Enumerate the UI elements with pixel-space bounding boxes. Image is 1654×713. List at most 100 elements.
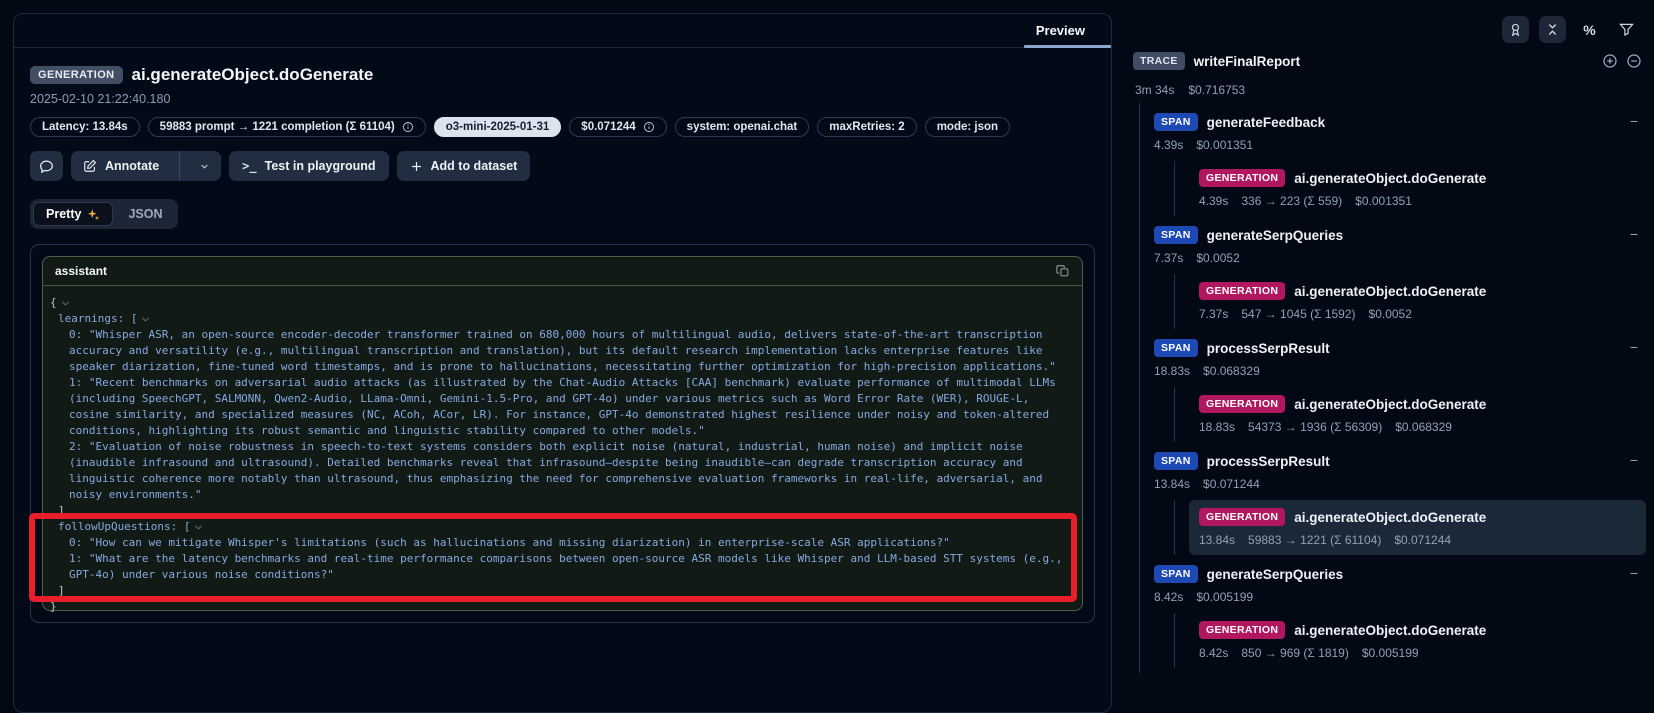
- span-tree-item[interactable]: SPANgenerateFeedback− 4.39s$0.001351 GENER…: [1154, 103, 1654, 216]
- add-to-dataset-button[interactable]: Add to dataset: [397, 151, 531, 181]
- generation-stats: 7.37s547 → 1045 (Σ 1592)$0.0052: [1199, 307, 1636, 321]
- span-cost: $0.0052: [1196, 251, 1239, 265]
- collapse-all-icon[interactable]: [1626, 53, 1642, 69]
- collapse-chevron-icon[interactable]: [195, 523, 202, 530]
- generation-name: ai.generateObject.doGenerate: [1294, 623, 1486, 638]
- span-type-badge: SPAN: [1154, 226, 1198, 244]
- generation-type-badge: GENERATION: [1199, 169, 1285, 187]
- tab-pretty[interactable]: Pretty: [33, 202, 113, 226]
- collapse-chevron-icon[interactable]: [62, 299, 69, 306]
- observation-tree: SPANgenerateFeedback−4.39s$0.001351GENER…: [1139, 103, 1654, 673]
- span-name: generateSerpQueries: [1207, 228, 1344, 243]
- generation-row[interactable]: GENERATIONai.generateObject.doGenerate: [1199, 508, 1636, 526]
- metadata-pill: system: openai.chat: [675, 117, 810, 137]
- generation-tokens: 59883 → 1221 (Σ 61104): [1248, 533, 1381, 547]
- observation-preview-panel: Preview GENERATION ai.generateObject.doG…: [13, 13, 1112, 713]
- span-tree-item[interactable]: SPANprocessSerpResult− 18.83s$0.068329 GEN…: [1154, 329, 1654, 442]
- trace-name: writeFinalReport: [1194, 54, 1301, 69]
- action-button-row: Annotate >_ Test in playground: [30, 151, 1095, 181]
- annotate-dropdown-button[interactable]: [188, 151, 221, 181]
- add-to-dataset-label: Add to dataset: [431, 159, 518, 173]
- span-stats: 18.83s$0.068329: [1154, 364, 1654, 378]
- annotate-label: Annotate: [105, 159, 159, 173]
- span-cost: $0.068329: [1203, 364, 1260, 378]
- copy-icon[interactable]: [1056, 264, 1070, 278]
- scores-toggle-button[interactable]: [1502, 16, 1529, 43]
- span-row[interactable]: SPANprocessSerpResult: [1154, 339, 1654, 357]
- generation-type-badge: GENERATION: [1199, 282, 1285, 300]
- generation-tokens: 336 → 223 (Σ 559): [1241, 194, 1342, 208]
- minus-icon[interactable]: −: [1630, 341, 1638, 353]
- span-stats: 4.39s$0.001351: [1154, 138, 1654, 152]
- span-tree-item[interactable]: SPANprocessSerpResult−13.84s$0.071244GEN…: [1154, 442, 1654, 555]
- generation-stats: 18.83s54373 → 1936 (Σ 56309)$0.068329: [1199, 420, 1636, 434]
- span-row[interactable]: SPANgenerateFeedback: [1154, 113, 1654, 131]
- generation-tree-item[interactable]: GENERATIONai.generateObject.doGenerate 18…: [1189, 387, 1646, 442]
- test-in-playground-label: Test in playground: [265, 159, 376, 173]
- tab-preview[interactable]: Preview: [1014, 14, 1111, 47]
- comment-button[interactable]: [30, 151, 63, 181]
- pill-label: mode: json: [937, 121, 998, 133]
- generation-row[interactable]: GENERATIONai.generateObject.doGenerate: [1199, 395, 1636, 413]
- trace-tree-sidebar: % TRACE writeFinalReport: [1125, 0, 1654, 673]
- trace-root-row[interactable]: TRACE writeFinalReport: [1133, 52, 1642, 70]
- generation-tree-item[interactable]: GENERATION ai.generateObject.doGenerate 7.…: [1189, 274, 1646, 329]
- span-children: GENERATIONai.generateObject.doGenerate 4.…: [1174, 161, 1654, 216]
- model-pill[interactable]: o3-mini-2025-01-31: [434, 117, 562, 137]
- minus-icon[interactable]: −: [1630, 567, 1638, 579]
- metadata-pill[interactable]: 59883 prompt → 1221 completion (Σ 61104): [148, 117, 426, 137]
- filter-icon: [1619, 22, 1634, 37]
- generation-tree-item[interactable]: GENERATIONai.generateObject.doGenerate8.…: [1189, 613, 1646, 668]
- pill-label: $0.071244: [581, 121, 635, 133]
- generation-tree-item[interactable]: GENERATIONai.generateObject.doGenerate 4.…: [1189, 161, 1646, 216]
- span-type-badge: SPAN: [1154, 565, 1198, 583]
- info-icon[interactable]: [402, 121, 414, 133]
- pill-label: 59883 prompt → 1221 completion (Σ 61104): [160, 121, 395, 133]
- code-line: 0: "Whisper ASR, an open-source encoder-…: [50, 327, 1068, 375]
- generation-tree-item-selected[interactable]: GENERATIONai.generateObject.doGenerate13…: [1189, 500, 1646, 555]
- span-duration: 7.37s: [1154, 251, 1183, 265]
- percent-icon: %: [1583, 22, 1595, 38]
- observation-type-badge: GENERATION: [30, 66, 123, 84]
- span-tree-item[interactable]: SPANgenerateSerpQueries−8.42s$0.005199GE…: [1154, 555, 1654, 668]
- annotate-button[interactable]: Annotate: [71, 151, 171, 181]
- edit-icon: [83, 159, 97, 173]
- minus-icon[interactable]: −: [1630, 228, 1638, 240]
- generation-row[interactable]: GENERATIONai.generateObject.doGenerate: [1199, 621, 1636, 639]
- generation-row[interactable]: GENERATIONai.generateObject.doGenerate: [1199, 169, 1636, 187]
- generation-name: ai.generateObject.doGenerate: [1294, 284, 1486, 299]
- generation-name: ai.generateObject.doGenerate: [1294, 397, 1486, 412]
- trace-type-badge: TRACE: [1133, 52, 1185, 70]
- span-tree-item[interactable]: SPAN generateSerpQueries − 7.37s $0.0052 GENE…: [1154, 216, 1654, 329]
- info-icon[interactable]: [643, 121, 655, 133]
- span-tree-item[interactable]: SPANgenerateSerpQueries−: [1154, 668, 1654, 673]
- annotate-split-button: Annotate: [71, 151, 221, 181]
- page-title: ai.generateObject.doGenerate: [132, 65, 374, 85]
- minus-icon[interactable]: −: [1630, 454, 1638, 466]
- sparkles-icon: [87, 208, 100, 221]
- span-name: generateFeedback: [1207, 115, 1326, 130]
- trace-stats: 3m 34s $0.716753: [1135, 83, 1245, 97]
- test-in-playground-button[interactable]: >_ Test in playground: [229, 151, 388, 181]
- collapse-chevron-icon[interactable]: [142, 315, 149, 322]
- span-row[interactable]: SPANprocessSerpResult: [1154, 452, 1654, 470]
- code-line: followUpQuestions: [: [50, 519, 1068, 535]
- show-metrics-button[interactable]: %: [1576, 16, 1603, 43]
- filter-button[interactable]: [1613, 16, 1640, 43]
- expand-all-icon[interactable]: [1602, 53, 1618, 69]
- minus-icon[interactable]: −: [1630, 115, 1638, 127]
- generation-row[interactable]: GENERATION ai.generateObject.doGenerate: [1199, 282, 1636, 300]
- span-row[interactable]: SPANgenerateSerpQueries: [1154, 565, 1654, 583]
- pill-label: system: openai.chat: [687, 121, 798, 133]
- generation-duration: 4.39s: [1199, 194, 1228, 208]
- span-row[interactable]: SPAN generateSerpQueries: [1154, 226, 1654, 244]
- output-container: assistant {learnings: [0: "Whisper ASR, …: [30, 244, 1095, 623]
- tab-json[interactable]: JSON: [115, 202, 175, 226]
- panel-tab-row: Preview: [14, 14, 1111, 48]
- generation-type-badge: GENERATION: [1199, 508, 1285, 526]
- collapse-tree-button[interactable]: [1539, 16, 1566, 43]
- code-line: learnings: [: [50, 311, 1068, 327]
- metadata-pill[interactable]: $0.071244: [569, 117, 666, 137]
- span-type-badge: SPAN: [1154, 452, 1198, 470]
- sidebar-toolbar: %: [1502, 16, 1640, 43]
